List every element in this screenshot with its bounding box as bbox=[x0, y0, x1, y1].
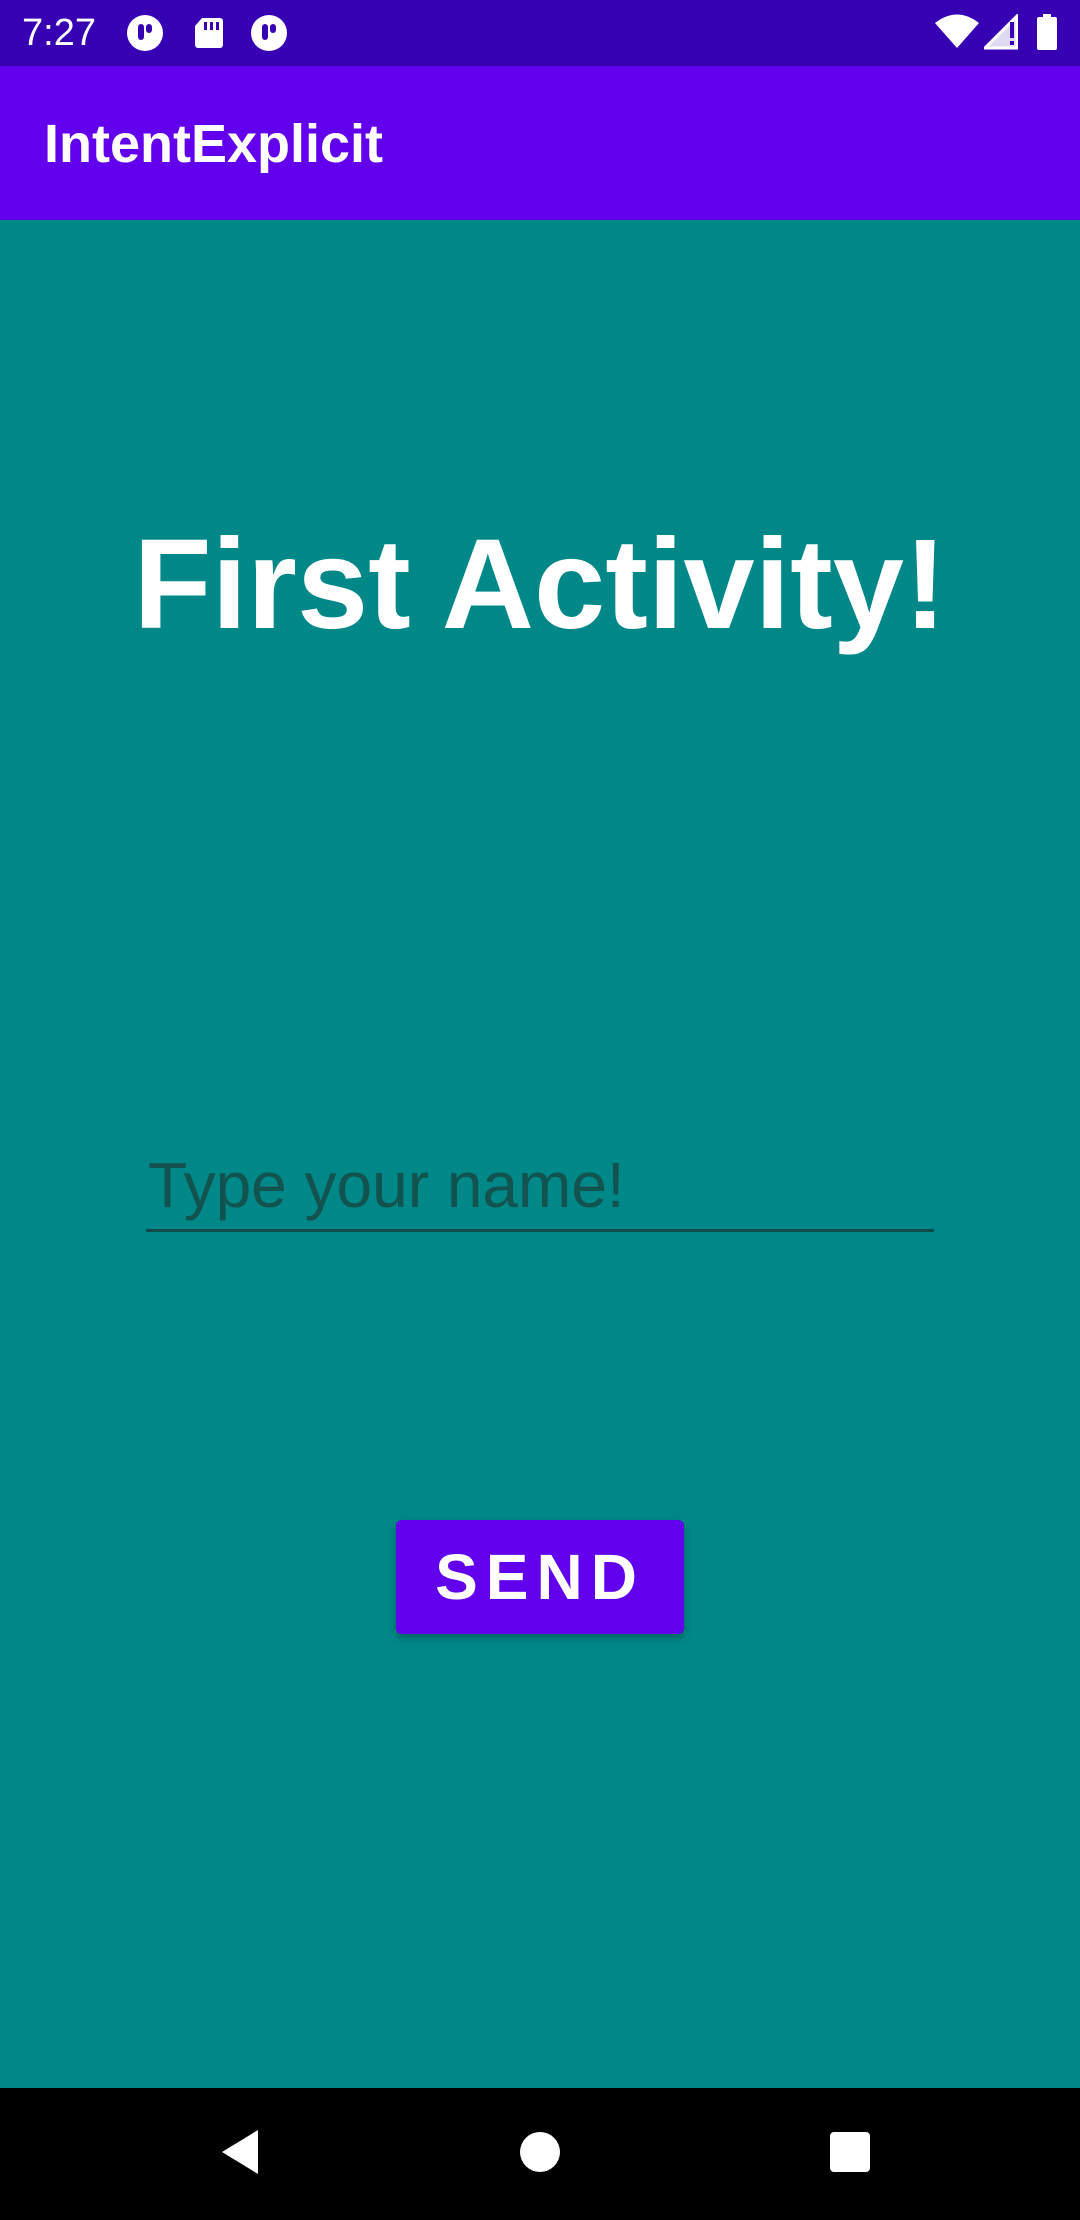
main-content: First Activity! SEND bbox=[0, 220, 1080, 2088]
send-button[interactable]: SEND bbox=[396, 1520, 684, 1634]
home-button[interactable] bbox=[504, 2118, 576, 2190]
wifi-icon bbox=[934, 14, 980, 55]
app-notification-icon bbox=[126, 14, 164, 52]
navigation-bar bbox=[0, 2088, 1080, 2220]
status-bar: 7:27 bbox=[0, 0, 1080, 66]
battery-icon bbox=[1036, 14, 1058, 55]
page-heading: First Activity! bbox=[133, 513, 947, 656]
back-icon bbox=[218, 2128, 262, 2181]
signal-icon bbox=[981, 12, 1019, 55]
recents-icon bbox=[829, 2131, 871, 2178]
sd-card-icon bbox=[190, 14, 228, 52]
app-title: IntentExplicit bbox=[44, 114, 384, 174]
recents-button[interactable] bbox=[814, 2118, 886, 2190]
home-icon bbox=[519, 2131, 561, 2178]
app-bar: IntentExplicit bbox=[0, 66, 1080, 220]
status-time: 7:27 bbox=[22, 12, 96, 54]
app-notification-icon bbox=[250, 14, 288, 52]
name-input[interactable] bbox=[146, 1140, 934, 1232]
back-button[interactable] bbox=[204, 2118, 276, 2190]
